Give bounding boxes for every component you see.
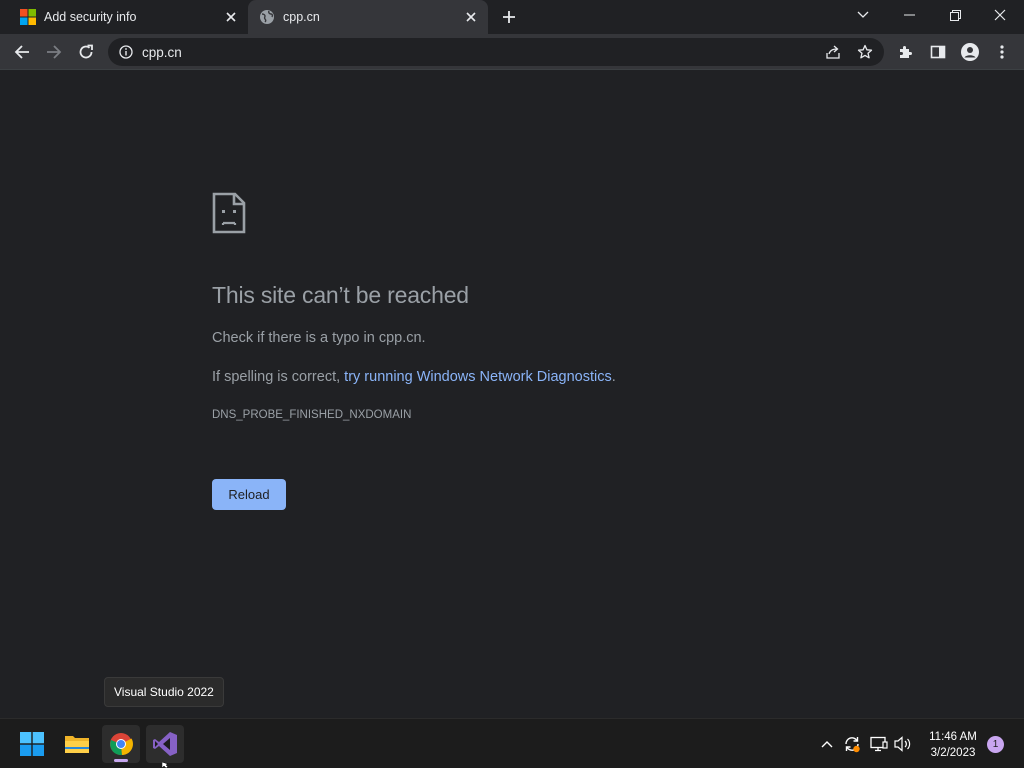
url-text[interactable]: cpp.cn bbox=[142, 45, 182, 60]
chrome-button[interactable] bbox=[102, 725, 140, 763]
notification-badge[interactable]: 1 bbox=[987, 736, 1004, 753]
taskbar: 11:46 AM 3/2/2023 1 bbox=[0, 718, 1024, 768]
info-icon[interactable] bbox=[118, 44, 134, 60]
volume-icon[interactable] bbox=[893, 734, 913, 754]
typo-hint: Check if there is a typo in cpp.cn. bbox=[212, 330, 426, 346]
diagnostics-prefix: If spelling is correct, bbox=[212, 369, 345, 385]
close-tab-icon[interactable] bbox=[222, 8, 240, 26]
clock-date: 3/2/2023 bbox=[930, 747, 976, 759]
puzzle-icon bbox=[900, 46, 912, 58]
browser-toolbar: cpp.cn bbox=[0, 34, 1024, 70]
arrow-right-icon bbox=[47, 45, 62, 59]
chevron-down-icon bbox=[857, 11, 869, 18]
tab-strip: Add security info cpp.cn bbox=[0, 0, 1024, 34]
taskbar-tooltip: Visual Studio 2022 bbox=[104, 677, 224, 707]
start-icon bbox=[20, 732, 44, 756]
extensions-button[interactable] bbox=[892, 38, 920, 66]
diagnostics-suffix: . bbox=[611, 369, 616, 385]
close-window-button[interactable] bbox=[978, 0, 1022, 30]
tab-add-security-info[interactable]: Add security info bbox=[0, 0, 248, 34]
globe-icon bbox=[260, 10, 274, 24]
error-heading: This site can’t be reached bbox=[212, 282, 469, 308]
forward-button[interactable] bbox=[40, 38, 68, 66]
more-vertical-icon bbox=[1000, 45, 1004, 59]
start-button[interactable] bbox=[13, 725, 51, 763]
restore-icon bbox=[949, 9, 961, 21]
side-panel-icon bbox=[930, 45, 946, 59]
file-explorer-button[interactable] bbox=[58, 725, 96, 763]
plus-icon bbox=[503, 11, 515, 23]
visual-studio-icon bbox=[153, 732, 177, 756]
visual-studio-button[interactable] bbox=[146, 725, 184, 763]
profile-icon bbox=[961, 43, 979, 61]
restore-button[interactable] bbox=[933, 0, 977, 30]
profile-button[interactable] bbox=[956, 38, 984, 66]
clock-time: 11:46 AM bbox=[929, 731, 977, 743]
tab-title: Add security info bbox=[44, 10, 137, 24]
address-bar[interactable]: cpp.cn bbox=[108, 38, 884, 66]
diagnostics-hint: If spelling is correct, try running Wind… bbox=[212, 369, 616, 385]
error-page: This site can’t be reached Check if ther… bbox=[0, 70, 1024, 718]
refresh-icon bbox=[79, 44, 93, 59]
menu-button[interactable] bbox=[988, 38, 1016, 66]
system-clock[interactable]: 11:46 AM 3/2/2023 bbox=[922, 729, 984, 761]
reload-page-button[interactable] bbox=[72, 38, 100, 66]
microsoft-logo-icon bbox=[20, 9, 36, 25]
tab-search-button[interactable] bbox=[841, 0, 885, 30]
mouse-cursor-icon bbox=[162, 762, 168, 768]
show-hidden-icons-chevron-up-icon[interactable] bbox=[817, 734, 837, 754]
network-icon[interactable] bbox=[869, 734, 889, 754]
error-code: DNS_PROBE_FINISHED_NXDOMAIN bbox=[212, 409, 412, 421]
minimize-button[interactable] bbox=[887, 0, 931, 30]
active-app-indicator bbox=[114, 759, 128, 762]
bookmark-star-icon[interactable] bbox=[856, 43, 874, 61]
sync-icon[interactable] bbox=[842, 734, 862, 754]
side-panel-button[interactable] bbox=[924, 38, 952, 66]
back-button[interactable] bbox=[8, 38, 36, 66]
arrow-left-icon bbox=[14, 45, 29, 59]
close-tab-icon[interactable] bbox=[462, 8, 480, 26]
tab-title: cpp.cn bbox=[283, 10, 320, 24]
sad-page-icon bbox=[212, 192, 246, 234]
chrome-icon bbox=[110, 733, 133, 756]
file-explorer-icon bbox=[65, 736, 89, 753]
network-diagnostics-link[interactable]: try running Windows Network Diagnostics bbox=[344, 369, 612, 385]
share-icon[interactable] bbox=[824, 43, 842, 61]
reload-button[interactable]: Reload bbox=[212, 479, 286, 510]
tab-cpp-cn[interactable]: cpp.cn bbox=[248, 0, 488, 34]
close-icon bbox=[994, 9, 1006, 21]
new-tab-button[interactable] bbox=[498, 6, 520, 28]
minimize-icon bbox=[903, 14, 915, 16]
